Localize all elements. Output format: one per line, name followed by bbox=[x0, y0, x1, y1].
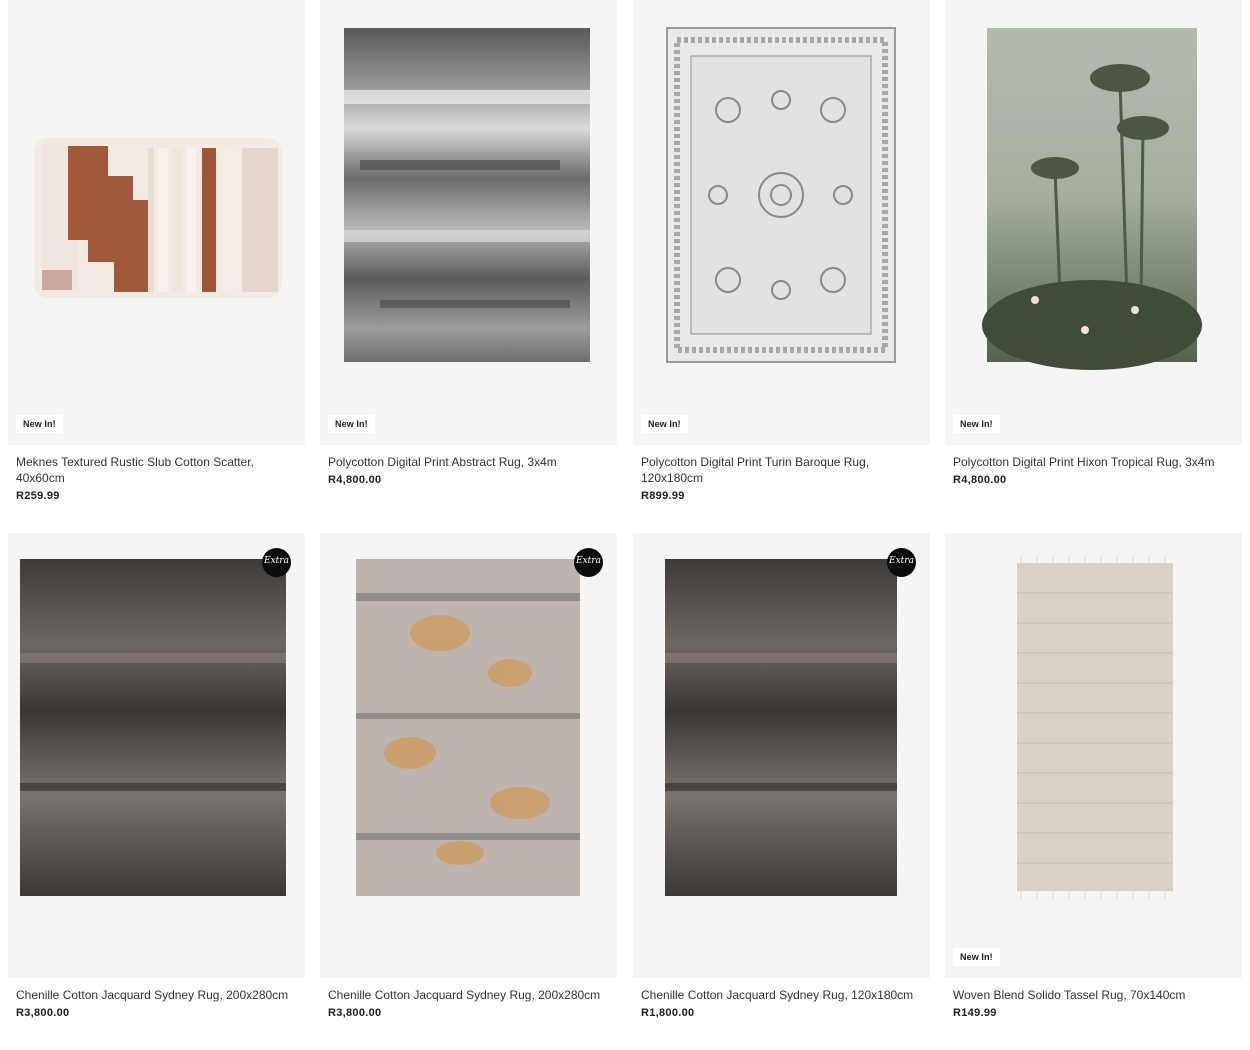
product-card[interactable]: Extra Chenille Cotton Jacquard Sydney Ru… bbox=[8, 533, 305, 1019]
abstract-rug-image bbox=[344, 28, 590, 362]
product-card[interactable]: New In! Woven Blend Solido Tassel Rug, 7… bbox=[945, 533, 1242, 1019]
product-image[interactable]: New In! bbox=[945, 0, 1242, 445]
new-in-badge: New In! bbox=[328, 415, 375, 433]
product-image[interactable]: New In! bbox=[945, 533, 1242, 978]
product-name[interactable]: Meknes Textured Rustic Slub Cotton Scatt… bbox=[16, 454, 291, 486]
product-price: R899.99 bbox=[641, 490, 685, 502]
product-image[interactable]: Extra bbox=[8, 533, 305, 978]
tropical-rug-image bbox=[982, 28, 1202, 370]
product-name[interactable]: Chenille Cotton Jacquard Sydney Rug, 200… bbox=[328, 987, 603, 1003]
product-price: R149.99 bbox=[953, 1007, 997, 1019]
product-image[interactable]: New In! bbox=[320, 0, 617, 445]
product-name[interactable]: Woven Blend Solido Tassel Rug, 70x140cm bbox=[953, 987, 1228, 1003]
product-image[interactable]: New In! bbox=[8, 0, 305, 445]
new-in-badge: New In! bbox=[953, 948, 1000, 966]
cushion-image bbox=[34, 138, 282, 298]
new-in-badge: New In! bbox=[16, 415, 63, 433]
new-in-badge: New In! bbox=[953, 415, 1000, 433]
product-name[interactable]: Polycotton Digital Print Hixon Tropical … bbox=[953, 454, 1228, 470]
sydney-rug-image bbox=[20, 559, 286, 896]
product-card[interactable]: Extra Chenille Cotton Jacquard Sydney Ru… bbox=[633, 533, 930, 1019]
product-image[interactable]: Extra bbox=[320, 533, 617, 978]
product-price: R4,800.00 bbox=[953, 474, 1007, 486]
product-price: R4,800.00 bbox=[328, 474, 382, 486]
extra-badge: Extra bbox=[574, 548, 603, 577]
product-image[interactable]: New In! bbox=[633, 0, 930, 445]
product-card[interactable]: New In! Polycotton Digital Print Turin B… bbox=[633, 0, 930, 502]
product-price: R1,800.00 bbox=[641, 1007, 695, 1019]
product-grid: New In! Meknes Textured Rustic Slub Cott… bbox=[0, 0, 1250, 1050]
product-name[interactable]: Polycotton Digital Print Turin Baroque R… bbox=[641, 454, 916, 486]
sydney-rug-orange-image bbox=[356, 559, 580, 896]
product-name[interactable]: Polycotton Digital Print Abstract Rug, 3… bbox=[328, 454, 603, 470]
baroque-rug-image bbox=[666, 27, 896, 363]
tassel-rug-image bbox=[1017, 555, 1173, 899]
product-image[interactable]: Extra bbox=[633, 533, 930, 978]
product-price: R3,800.00 bbox=[328, 1007, 382, 1019]
product-card[interactable]: Extra Chenille Cotton Jacquard Sydney Ru… bbox=[320, 533, 617, 1019]
product-card[interactable]: New In! Polycotton Digital Print Hixon T… bbox=[945, 0, 1242, 486]
product-card[interactable]: New In! Meknes Textured Rustic Slub Cott… bbox=[8, 0, 305, 502]
extra-badge: Extra bbox=[887, 548, 916, 577]
extra-badge: Extra bbox=[262, 548, 291, 577]
product-price: R259.99 bbox=[16, 490, 60, 502]
product-name[interactable]: Chenille Cotton Jacquard Sydney Rug, 200… bbox=[16, 987, 291, 1003]
product-name[interactable]: Chenille Cotton Jacquard Sydney Rug, 120… bbox=[641, 987, 916, 1003]
product-price: R3,800.00 bbox=[16, 1007, 70, 1019]
sydney-rug-image bbox=[665, 559, 897, 896]
new-in-badge: New In! bbox=[641, 415, 688, 433]
product-card[interactable]: New In! Polycotton Digital Print Abstrac… bbox=[320, 0, 617, 486]
